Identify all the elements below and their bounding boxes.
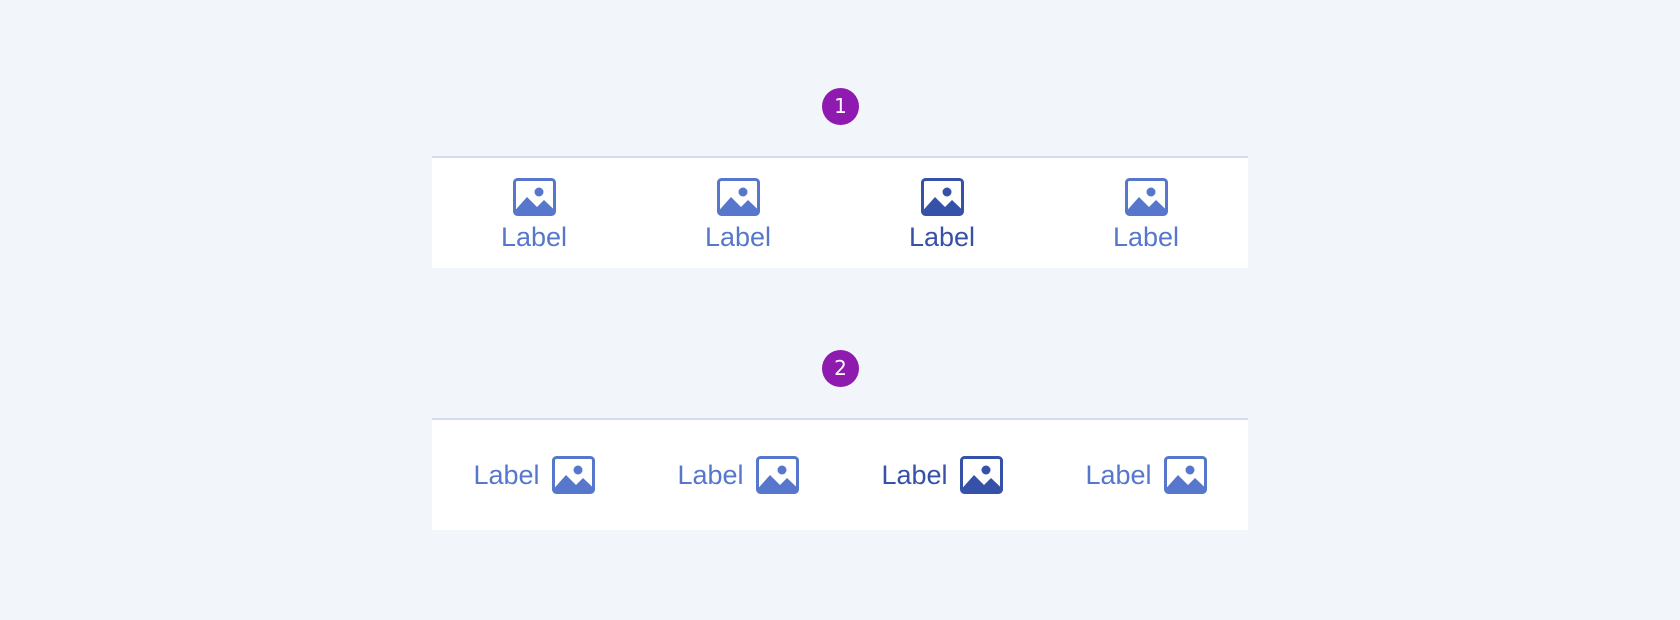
step-badge-1: 1 [822,88,859,125]
image-icon [1124,178,1168,216]
step-badge-2: 2 [822,350,859,387]
tab-label: Label [677,460,744,490]
tab-4[interactable]: Label [1044,158,1248,268]
tab-bar-icon-top: Label Label Label Label [432,156,1248,268]
tab-2[interactable]: Label [636,158,840,268]
image-icon [959,456,1003,494]
tab-label: Label [881,460,948,490]
image-icon [512,178,556,216]
image-icon [716,178,760,216]
image-icon [1163,456,1207,494]
tab-label: Label [500,222,568,252]
tab-label: Label [908,222,976,252]
tab-label: Label [704,222,772,252]
tab-2[interactable]: Label [636,420,840,530]
tab-1[interactable]: Label [432,158,636,268]
tab-3-active[interactable]: Label [840,420,1044,530]
image-icon [755,456,799,494]
tab-1[interactable]: Label [432,420,636,530]
image-icon [551,456,595,494]
tab-4[interactable]: Label [1044,420,1248,530]
image-icon [920,178,964,216]
tab-label: Label [473,460,540,490]
tab-bar-icon-trailing: Label Label Label Label [432,418,1248,530]
tab-label: Label [1112,222,1180,252]
tab-label: Label [1085,460,1152,490]
tab-3-active[interactable]: Label [840,158,1044,268]
